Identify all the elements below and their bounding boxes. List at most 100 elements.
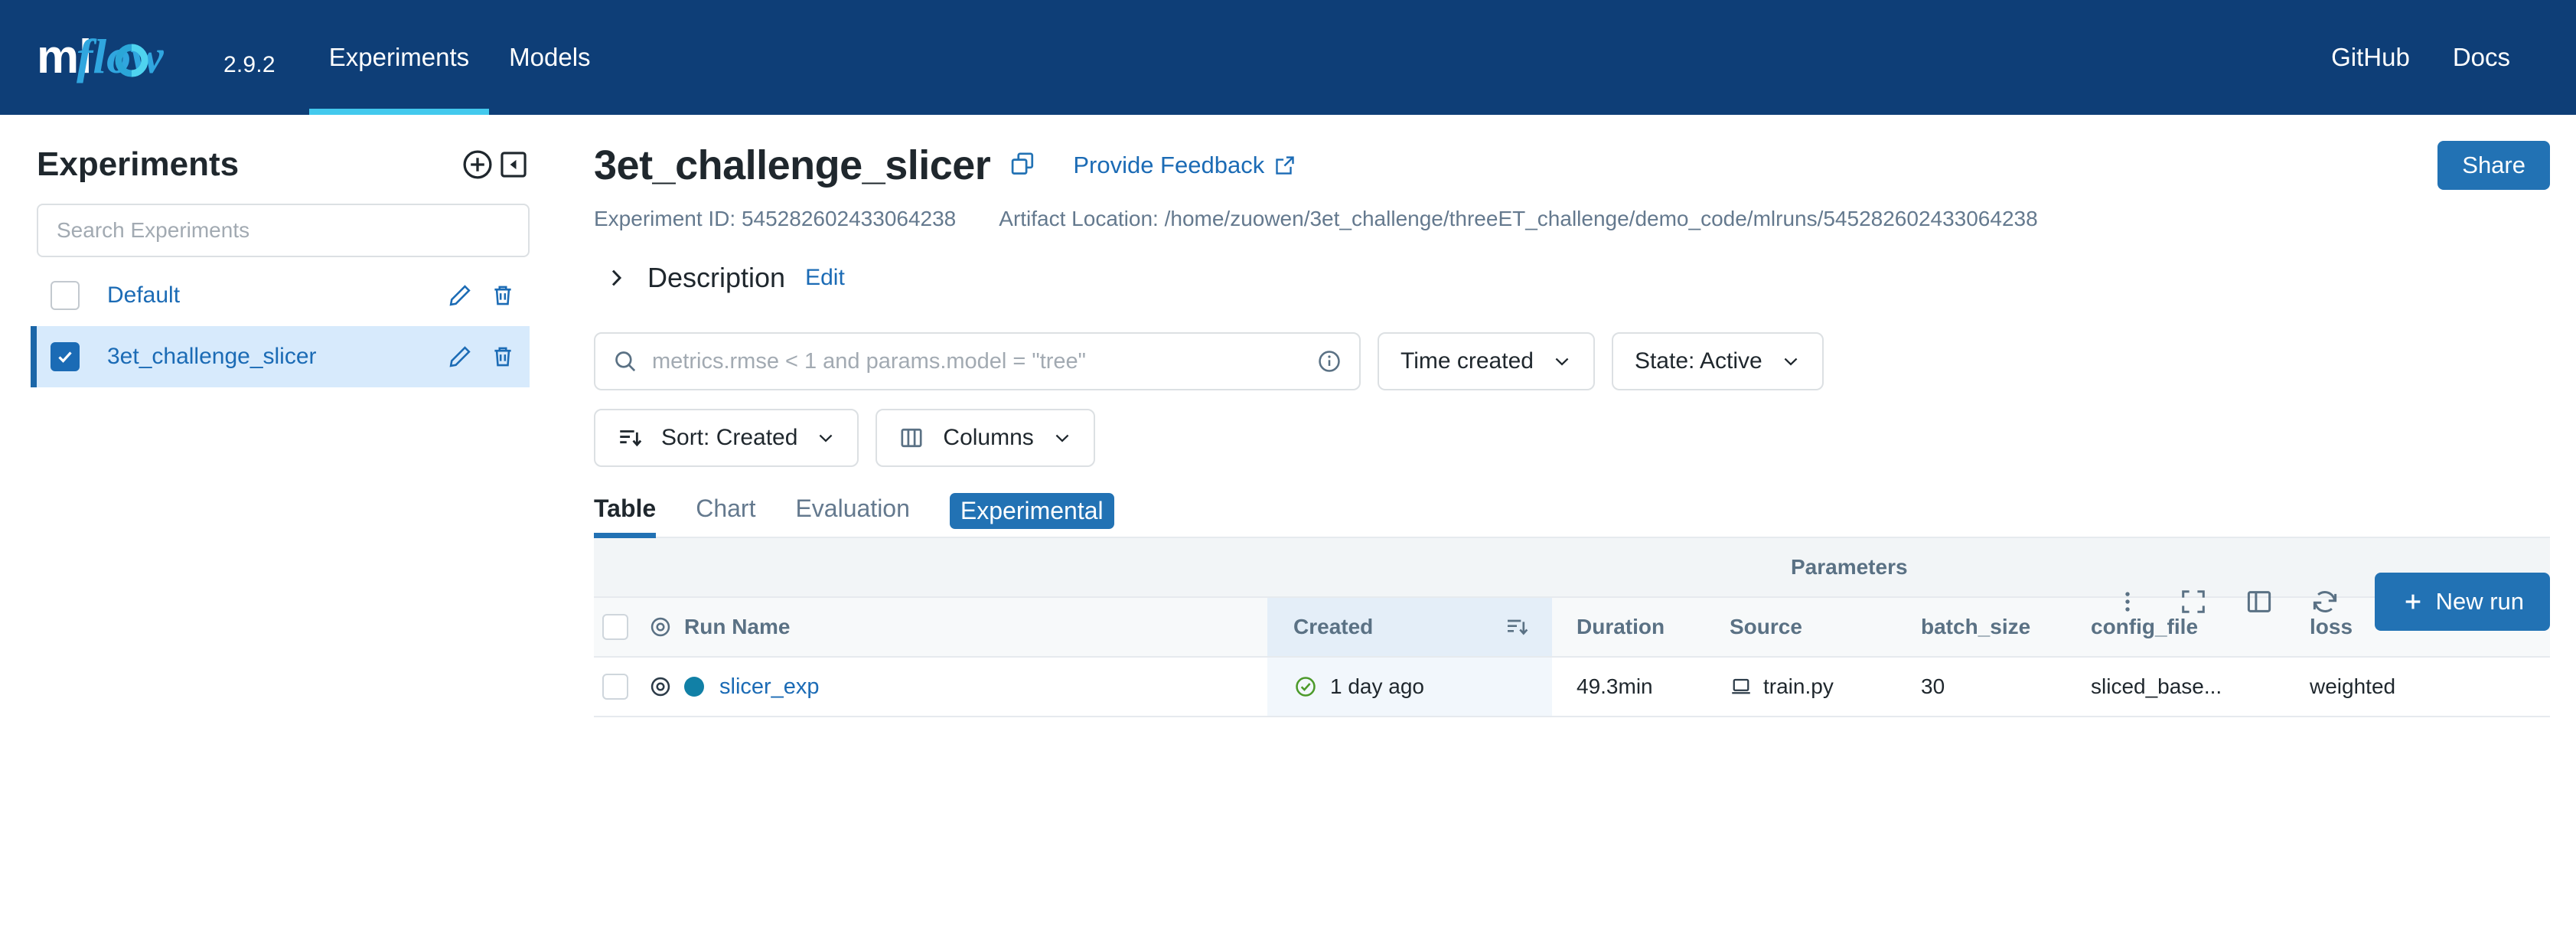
app-version: 2.9.2 [223, 52, 276, 77]
trash-icon[interactable] [490, 282, 516, 309]
select-all-checkbox[interactable] [602, 614, 628, 640]
description-edit-link[interactable]: Edit [805, 265, 845, 291]
tab-chart-label: Chart [696, 495, 756, 522]
columns-button[interactable]: Columns [876, 409, 1095, 467]
more-vertical-icon[interactable] [2095, 573, 2160, 631]
tab-table[interactable]: Table [594, 495, 657, 538]
row-created-cell: 1 day ago [1267, 658, 1552, 716]
new-run-button[interactable]: New run [2374, 573, 2550, 631]
search-icon [615, 351, 636, 372]
sort-descending-icon [620, 430, 642, 447]
eye-icon [651, 677, 670, 697]
info-circle-icon[interactable] [1316, 348, 1342, 374]
row-source-text: train.py [1763, 674, 1834, 698]
search-runs-box[interactable] [594, 332, 1361, 390]
row-checkbox[interactable] [602, 674, 628, 700]
artifact-location: Artifact Location: /home/zuowen/3et_chal… [999, 207, 2038, 230]
column-header-source[interactable]: Source [1705, 598, 1896, 656]
state-filter[interactable]: State: Active [1611, 332, 1824, 390]
tab-evaluation-label: Evaluation [795, 495, 910, 522]
nav-link-github[interactable]: GitHub [2310, 43, 2431, 72]
chevron-right-icon[interactable] [605, 266, 628, 289]
nav-item-experiments-label: Experiments [328, 43, 470, 71]
sort-descending-icon[interactable] [1505, 615, 1529, 639]
select-all-checkbox-cell[interactable] [594, 598, 637, 656]
collapse-sidebar-icon[interactable] [497, 149, 530, 181]
copy-icon[interactable] [1009, 150, 1036, 181]
experiment-checkbox[interactable] [51, 281, 80, 310]
page-body: Experiments Search Experiments Default 3… [0, 115, 2576, 937]
row-source-cell: train.py [1705, 658, 1896, 716]
column-header-batch-size[interactable]: batch_size [1896, 598, 2066, 656]
refresh-icon[interactable] [2292, 573, 2358, 631]
run-color-dot [684, 677, 704, 697]
row-batch-size-cell: 30 [1921, 674, 1945, 698]
run-name-link[interactable]: slicer_exp [719, 674, 820, 700]
runs-sort-bar: Sort: Created Columns [594, 409, 2550, 467]
nav-link-docs[interactable]: Docs [2431, 43, 2532, 72]
sidebar-header-actions [461, 148, 530, 181]
tab-table-label: Table [594, 495, 657, 522]
experiment-row-actions [447, 344, 516, 370]
tab-chart[interactable]: Chart [696, 495, 755, 537]
pencil-icon[interactable] [447, 282, 473, 309]
state-filter-label: State: Active [1634, 348, 1762, 374]
nav-item-models[interactable]: Models [489, 0, 610, 115]
provide-feedback-label: Provide Feedback [1073, 152, 1265, 178]
experiment-checkbox[interactable] [51, 342, 80, 371]
row-checkbox-cell[interactable] [594, 658, 637, 716]
side-panel-icon[interactable] [2226, 573, 2292, 631]
new-run-label: New run [2435, 588, 2524, 615]
search-experiments-box[interactable] [37, 204, 530, 257]
time-created-filter[interactable]: Time created [1378, 332, 1595, 390]
columns-button-label: Columns [943, 425, 1034, 450]
main-content: 3et_challenge_slicer Provide Feedback Sh… [566, 115, 2576, 937]
columns-icon [901, 428, 922, 448]
experiment-header: 3et_challenge_slicer Provide Feedback Sh… [594, 141, 2550, 190]
trash-icon[interactable] [490, 344, 516, 370]
nav-item-experiments[interactable]: Experiments [308, 0, 490, 115]
external-link-icon [1276, 156, 1294, 175]
fullscreen-icon[interactable] [2160, 573, 2226, 631]
sidebar-item-default[interactable]: Default [37, 265, 530, 326]
table-row[interactable]: slicer_exp 1 day ago 49.3min train.py 30… [594, 658, 2550, 717]
column-header-created-label: Created [1293, 615, 1374, 638]
share-button[interactable]: Share [2437, 141, 2550, 190]
time-created-label: Time created [1400, 348, 1534, 374]
row-run-name-cell[interactable]: slicer_exp [684, 658, 1267, 716]
runs-actions-toolbar: New run [2095, 573, 2550, 631]
row-config-file-cell: sliced_base... [2091, 674, 2222, 698]
provide-feedback-link[interactable]: Provide Feedback [1073, 152, 1296, 179]
eye-icon [651, 617, 670, 637]
experiments-list: Default 3et_challenge_slicer [31, 265, 530, 387]
nav-item-models-label: Models [509, 43, 591, 71]
sidebar-item-3et-challenge-slicer[interactable]: 3et_challenge_slicer [31, 326, 530, 387]
column-header-run-name[interactable]: Run Name [684, 598, 1267, 656]
description-section: Description Edit [594, 262, 2550, 294]
chevron-down-icon [1055, 434, 1069, 442]
secondary-nav: GitHub Docs [2310, 0, 2576, 115]
tab-evaluation[interactable]: Evaluation [795, 495, 909, 537]
mlflow-logo[interactable]: ml flow 2.9.2 [0, 0, 276, 115]
laptop-icon [1732, 678, 1750, 694]
mlflow-logo-mark: ml flow [37, 29, 164, 83]
description-label: Description [647, 262, 786, 293]
top-navbar: ml flow 2.9.2 Experiments Models GitHub … [0, 0, 2576, 115]
plus-circle-icon[interactable] [461, 148, 494, 181]
tab-experimental-badge[interactable]: Experimental [949, 493, 1114, 529]
chevron-down-icon [1555, 357, 1569, 366]
column-header-duration[interactable]: Duration [1552, 598, 1705, 656]
pencil-icon[interactable] [447, 344, 473, 370]
search-experiments-input[interactable] [57, 218, 510, 243]
sidebar-title: Experiments [37, 145, 240, 183]
row-created-text: 1 day ago [1330, 674, 1424, 698]
search-runs-input[interactable] [652, 348, 1316, 374]
row-loss-cell: weighted [2310, 674, 2396, 698]
check-icon [58, 351, 72, 363]
column-header-created[interactable]: Created [1267, 598, 1552, 656]
sort-button[interactable]: Sort: Created [594, 409, 859, 467]
sidebar-header: Experiments [37, 145, 530, 184]
sort-button-label: Sort: Created [661, 425, 798, 450]
visibility-header-cell[interactable] [637, 598, 684, 656]
row-visibility-cell[interactable] [637, 658, 684, 716]
